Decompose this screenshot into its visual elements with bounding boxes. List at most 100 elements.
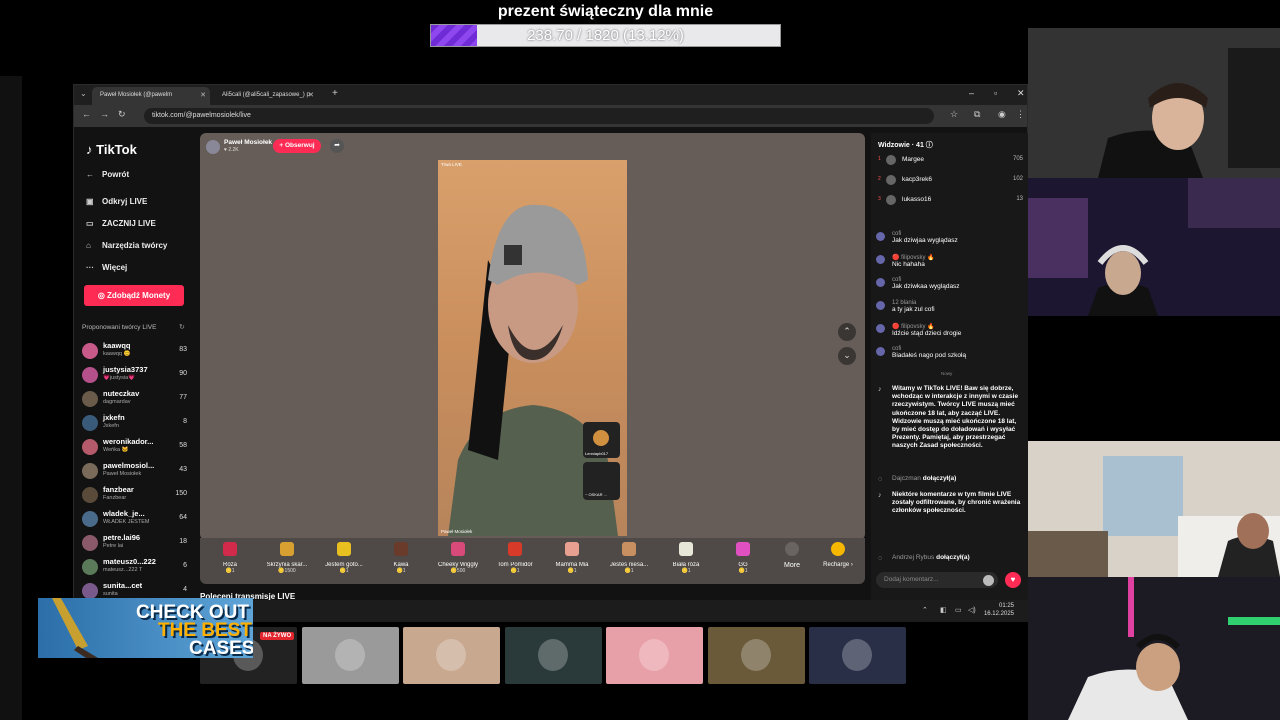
gift-icon: [622, 542, 636, 556]
suggested-creator[interactable]: wladek_je... WŁADEK JESTEM 64: [82, 509, 187, 532]
new-tab-icon[interactable]: +: [332, 88, 338, 99]
extensions-icon[interactable]: ⧉: [974, 109, 980, 120]
taskbar-clock[interactable]: 01:25 16.12.2025: [984, 602, 1014, 618]
tray-volume-icon[interactable]: ◁): [968, 606, 976, 614]
minimize-icon[interactable]: –: [969, 88, 974, 98]
emoji-icon[interactable]: [983, 575, 994, 586]
join-user[interactable]: Dajczman: [892, 475, 921, 482]
close-window-icon[interactable]: ✕: [1017, 88, 1025, 99]
suggested-creator[interactable]: justysia3737 💗justysia💗 90: [82, 365, 187, 388]
chat-username[interactable]: 🔴 filipovsky 🔥: [892, 323, 1024, 330]
close-tab-icon[interactable]: ✕: [308, 91, 314, 99]
gift-item[interactable]: Biała róża 🪙1: [658, 542, 714, 574]
creator-viewer-count: 18: [179, 538, 187, 545]
live-thumbnail[interactable]: [504, 627, 602, 684]
tiktok-note-icon: ♪: [878, 492, 882, 499]
gift-item[interactable]: GG 🪙1: [715, 542, 771, 574]
gift-item[interactable]: Kawa 🪙1: [373, 542, 429, 574]
maximize-icon[interactable]: ▫: [994, 88, 997, 98]
tiktok-logo[interactable]: ♪ TikTok: [86, 142, 137, 157]
reload-icon[interactable]: ↻: [118, 109, 126, 120]
gift-item[interactable]: Jesteś niesa... 🪙1: [601, 542, 657, 574]
live-thumbnail[interactable]: [301, 627, 399, 684]
top-viewer[interactable]: 1 Margee 705: [878, 154, 1023, 168]
share-icon[interactable]: ➦: [330, 139, 344, 153]
tab-search-icon[interactable]: ⌄: [80, 89, 87, 98]
comment-input[interactable]: Dodaj komentarz...: [876, 572, 998, 588]
nav-more[interactable]: ··· Więcej: [86, 263, 127, 272]
address-bar[interactable]: tiktok.com/@pawelmosiolek/live: [144, 108, 934, 124]
join-text: dołączył(a): [922, 475, 957, 482]
host-name[interactable]: Paweł Mosiołek: [224, 139, 272, 146]
follow-button[interactable]: + Obserwuj: [273, 139, 321, 153]
webcam-guest-3: [1028, 577, 1280, 720]
viewer-score: 705: [1012, 156, 1023, 162]
close-tab-icon[interactable]: ✕: [200, 91, 206, 99]
live-thumbnail[interactable]: [403, 627, 500, 684]
previous-live-icon[interactable]: ⌃: [838, 323, 856, 341]
more-gifts-button[interactable]: More: [777, 542, 807, 569]
nav-creator-tools[interactable]: ⌂ Narzędzia twórcy: [86, 241, 167, 250]
heart-icon[interactable]: ♥: [1005, 572, 1021, 588]
viewers-title[interactable]: Widzowie · 41 ⓘ: [878, 140, 933, 150]
thumbnail-avatar: [537, 639, 568, 671]
live-video[interactable]: Trwa LIVE Paweł Mosiołek Lenniapb017 ~ O…: [438, 160, 627, 536]
cases-promo-banner[interactable]: CHECK OUT THE BEST CASES: [38, 598, 253, 658]
guest-thumbnail[interactable]: Lenniapb017: [583, 422, 620, 458]
live-thumbnail[interactable]: [707, 627, 805, 684]
suggested-creator[interactable]: kaawqq kaawqq 😊 83: [82, 341, 187, 364]
suggested-creator[interactable]: fanzbear Fanzbear 150: [82, 485, 187, 508]
gift-item[interactable]: Jestem goto... 🪙1: [316, 542, 372, 574]
get-coins-button[interactable]: ◎ Zdobądź Monety: [84, 285, 184, 306]
nav-start-live[interactable]: ▭ ZACZNIJ LIVE: [86, 219, 156, 228]
menu-icon[interactable]: ⋮: [1016, 109, 1025, 120]
live-player[interactable]: Paweł Mosiołek ♥ 2.2K + Obserwuj ➦ Trwa …: [200, 133, 865, 540]
tray-network-icon[interactable]: ◧: [940, 606, 947, 614]
chat-avatar: [876, 232, 885, 241]
gift-item[interactable]: Skrzynia skar... 🪙1500: [259, 542, 315, 574]
gift-item[interactable]: Róża 🪙1: [202, 542, 258, 574]
creator-subtitle: dagmardav: [103, 399, 131, 405]
coin-icon: [831, 542, 845, 556]
refresh-icon[interactable]: ↻: [179, 323, 185, 331]
creator-avatar: [82, 367, 98, 383]
gift-item[interactable]: Mamma Mia 🪙1: [544, 542, 600, 574]
chat-message[interactable]: cofi Biadałeś nago pod szkołą: [876, 346, 1024, 360]
chat-message[interactable]: cofi Jak dziwjaa wyglądasz: [876, 231, 1024, 245]
nav-discover-live[interactable]: ▣ Odkryj LIVE: [86, 197, 147, 206]
join-user[interactable]: Andrzej Rybus: [892, 554, 934, 561]
profile-icon[interactable]: ◉: [998, 109, 1006, 120]
top-viewer[interactable]: 3 lukasso16 13: [878, 194, 1023, 208]
host-avatar[interactable]: [206, 140, 220, 154]
nav-back[interactable]: ← Powrót: [86, 170, 129, 179]
back-icon[interactable]: ←: [82, 109, 91, 119]
next-live-icon[interactable]: ⌄: [838, 347, 856, 365]
gift-item[interactable]: Tom Pomidor 🪙1: [487, 542, 543, 574]
tab-tiktok-pawel[interactable]: Paweł Mosiołek (@pawelm ✕: [92, 87, 210, 105]
suggested-creator[interactable]: weronikador... Weńka 🐱 58: [82, 437, 187, 460]
live-thumbnail[interactable]: [606, 627, 703, 684]
bookmark-star-icon[interactable]: ☆: [950, 109, 958, 120]
chat-username[interactable]: 🔴 filipovsky 🔥: [892, 254, 1024, 261]
chat-message[interactable]: 🔴 filipovsky 🔥 Nic hahaha: [876, 254, 1024, 269]
suggested-creator[interactable]: petre.lai96 Petre lai 18: [82, 533, 187, 556]
forward-icon[interactable]: →: [100, 109, 109, 119]
tray-display-icon[interactable]: ▭: [955, 606, 962, 614]
tray-chevron-icon[interactable]: ⌃: [922, 606, 928, 614]
gift-item[interactable]: Cheeky Wiggly 🪙500: [430, 542, 486, 574]
viewer-rank: 3: [878, 196, 881, 202]
chat-message[interactable]: cofi Jak dziwkaa wyglądasz: [876, 277, 1024, 291]
live-thumbnail[interactable]: [809, 627, 906, 684]
recharge-button[interactable]: Recharge ›: [818, 542, 858, 568]
suggested-creator[interactable]: nuteczkav dagmardav 77: [82, 389, 187, 412]
suggested-creator[interactable]: jxkefn Jxkefn 8: [82, 413, 187, 436]
suggested-creator[interactable]: pawelmosiol... Paweł Mosiołek 43: [82, 461, 187, 484]
suggested-creator[interactable]: mateusz0...222 mateusz...222 T 6: [82, 557, 187, 580]
creator-name: wladek_je...: [103, 509, 145, 518]
chat-message[interactable]: 🔴 filipovsky 🔥 Idźcie stąd dzieci drogie: [876, 323, 1024, 338]
chat-message[interactable]: 12 blania a ty jak zul cofi: [876, 300, 1024, 314]
guest-thumbnail-2[interactable]: ~ OSKAR ...: [583, 462, 620, 500]
top-viewer[interactable]: 2 kacp3rek6 102: [878, 174, 1023, 188]
tab-tiktok-ali5cali[interactable]: Ali5cali (@ali5cali_zapasowe_) p ✕: [214, 87, 318, 105]
viewer-avatar: [886, 175, 896, 185]
